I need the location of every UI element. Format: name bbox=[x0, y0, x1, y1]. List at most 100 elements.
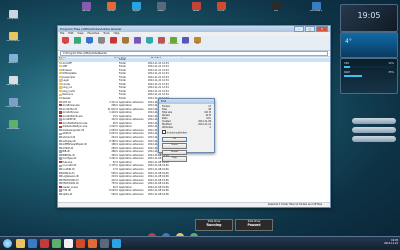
desktop-icon[interactable]: Control Panel bbox=[2, 98, 24, 109]
desktop-icon[interactable]: Games bbox=[75, 2, 97, 13]
minimize-button[interactable]: – bbox=[294, 26, 304, 32]
taskbar-app-button[interactable] bbox=[64, 239, 73, 248]
dialog-ok-button[interactable]: OK bbox=[162, 136, 187, 143]
file-name: plug_ins bbox=[62, 86, 72, 90]
toolbar-button-label: Find bbox=[123, 43, 128, 45]
dialog-details-button[interactable]: Details bbox=[162, 149, 187, 156]
system-monitor-gadget[interactable]: CPU 12% RAM 35% bbox=[340, 58, 398, 94]
taskbar-app-button[interactable] bbox=[28, 239, 37, 248]
include-subfolders-checkbox[interactable]: Include subfolders bbox=[159, 129, 214, 136]
toolbar-comment-button[interactable]: Comment bbox=[168, 37, 179, 45]
taskbar-app-button[interactable] bbox=[100, 239, 109, 248]
menu-item-view[interactable]: View bbox=[77, 32, 83, 36]
file-icon bbox=[59, 185, 62, 188]
taskbar-app-button[interactable] bbox=[40, 239, 49, 248]
weather-gadget[interactable]: 4° bbox=[340, 32, 398, 58]
file-icon bbox=[59, 118, 62, 121]
desktop-icon[interactable]: Skype bbox=[125, 2, 147, 13]
file-name: Browser bbox=[62, 68, 72, 72]
notification-line2: Running bbox=[206, 223, 222, 227]
toolbar-protect-button[interactable]: Protect bbox=[180, 37, 191, 45]
file-name: authplay.dll bbox=[62, 139, 76, 143]
start-button[interactable] bbox=[3, 239, 12, 248]
file-icon bbox=[59, 121, 62, 125]
file-icon bbox=[59, 164, 62, 167]
toolbar-find-button[interactable]: Find bbox=[120, 37, 131, 45]
desktop-icon[interactable]: Downloads bbox=[2, 120, 24, 131]
folder-icon bbox=[59, 86, 62, 89]
taskbar-app-button[interactable] bbox=[88, 239, 97, 248]
file-name: AdobeCollabSync.exe bbox=[62, 125, 88, 129]
file-name: Javascripts bbox=[62, 75, 75, 79]
drive-indicator[interactable] bbox=[352, 136, 396, 142]
toolbar-repair-button[interactable]: Repair bbox=[156, 37, 167, 45]
file-name: Eula.exe bbox=[62, 160, 73, 164]
file-name: IDTemplates bbox=[62, 72, 77, 76]
toolbar-info-button[interactable]: Info bbox=[144, 37, 155, 45]
file-icon bbox=[59, 129, 62, 132]
taskbar-app-button[interactable] bbox=[112, 239, 121, 248]
window-title: Program Files (x86)\Adobe\Adobe Reader bbox=[60, 27, 122, 31]
file-name: AcroRd32.dll bbox=[62, 107, 78, 111]
dialog-info-row: Attributes A bbox=[159, 126, 214, 129]
taskbar-app-button[interactable] bbox=[16, 239, 25, 248]
address-input[interactable]: C:\Program Files (x86)\Adobe\Reader bbox=[60, 50, 328, 57]
maximize-button[interactable]: □ bbox=[305, 26, 315, 32]
desktop-icon-label: Control Panel bbox=[5, 106, 21, 108]
desktop-icon[interactable]: Recycle Bin bbox=[2, 76, 24, 87]
close-button[interactable]: ✕ bbox=[316, 26, 328, 32]
folder-icon bbox=[59, 75, 62, 79]
clock-gadget[interactable]: 19:05 bbox=[340, 4, 398, 32]
file-icon bbox=[59, 189, 62, 192]
desktop-icon[interactable]: Network bbox=[2, 54, 24, 65]
toolbar-extract-button[interactable]: Extract bbox=[72, 37, 83, 45]
clock-gadget-time: 19:05 bbox=[357, 11, 381, 20]
file-icon bbox=[59, 178, 62, 181]
toolbar-test-button[interactable]: Test bbox=[84, 37, 95, 45]
menu-item-edit[interactable]: Edit bbox=[68, 32, 73, 36]
dialog-help-button[interactable]: Help bbox=[162, 156, 187, 163]
file-name-cell: sqlite.dll bbox=[58, 193, 105, 197]
desktop-icon[interactable]: Steam bbox=[150, 2, 172, 13]
cpu-meter bbox=[344, 66, 394, 68]
file-name: AcroBroker.exe bbox=[62, 104, 80, 108]
drive-indicator[interactable] bbox=[352, 118, 396, 124]
desktop-icon[interactable]: Tweak bbox=[185, 2, 207, 13]
ram-meter bbox=[344, 75, 394, 77]
desktop-icon-label: Documents bbox=[6, 40, 20, 42]
checkbox-icon[interactable] bbox=[162, 130, 166, 134]
toolbar-delete-button[interactable]: Delete bbox=[108, 37, 119, 45]
system-tray[interactable]: 19:05 2012-11-21 bbox=[358, 239, 398, 248]
desktop-icon[interactable]: Media bbox=[100, 2, 122, 13]
menu-item-file[interactable]: File bbox=[60, 32, 64, 36]
notification-popup[interactable]: Slide Show Running bbox=[195, 219, 233, 231]
menu-item-help[interactable]: Help bbox=[114, 32, 120, 36]
desktop-icon-label: Media bbox=[107, 10, 115, 12]
desktop-icon[interactable]: Documents bbox=[2, 32, 24, 43]
file-name: CoolType.dll bbox=[62, 157, 77, 161]
taskbar-app-button[interactable] bbox=[52, 239, 61, 248]
folder-icon bbox=[59, 72, 62, 75]
folder-icon bbox=[59, 68, 62, 71]
notification-popup[interactable]: Slide Show Paused bbox=[235, 219, 273, 231]
file-name: AcroTextExtractor.exe bbox=[62, 121, 88, 125]
toolbar-button-label: Info bbox=[147, 43, 152, 45]
toolbar-view-button[interactable]: View bbox=[96, 37, 107, 45]
computer-icon bbox=[8, 10, 18, 18]
office-icon bbox=[216, 2, 226, 10]
desktop-icon[interactable]: MSI bbox=[265, 2, 287, 13]
taskbar-app-button[interactable] bbox=[76, 239, 85, 248]
info-dialog[interactable]: Find Folders 12 Files 48 Total size 101 M Pack… bbox=[158, 98, 215, 163]
menu-item-tools[interactable]: Tools bbox=[103, 32, 109, 36]
toolbar-wizard-button[interactable]: Wizard bbox=[132, 37, 143, 45]
desktop-icon[interactable]: Computer bbox=[2, 10, 24, 21]
menu-item-favorites[interactable]: Favorites bbox=[88, 32, 100, 36]
dialog-cancel-button[interactable]: Cancel bbox=[162, 143, 187, 149]
toolbar-add-button[interactable]: Add bbox=[60, 37, 71, 45]
drive-indicator[interactable] bbox=[352, 127, 396, 133]
toolbar-sfx-button[interactable]: SFX bbox=[192, 37, 203, 45]
desktop-icon[interactable]: Windows 8 bbox=[305, 2, 327, 13]
desktop-icon[interactable]: Office bbox=[210, 2, 232, 13]
file-row[interactable]: sqlite.dll 520 K Application extension 2012… bbox=[58, 193, 330, 197]
file-icon bbox=[59, 175, 62, 178]
